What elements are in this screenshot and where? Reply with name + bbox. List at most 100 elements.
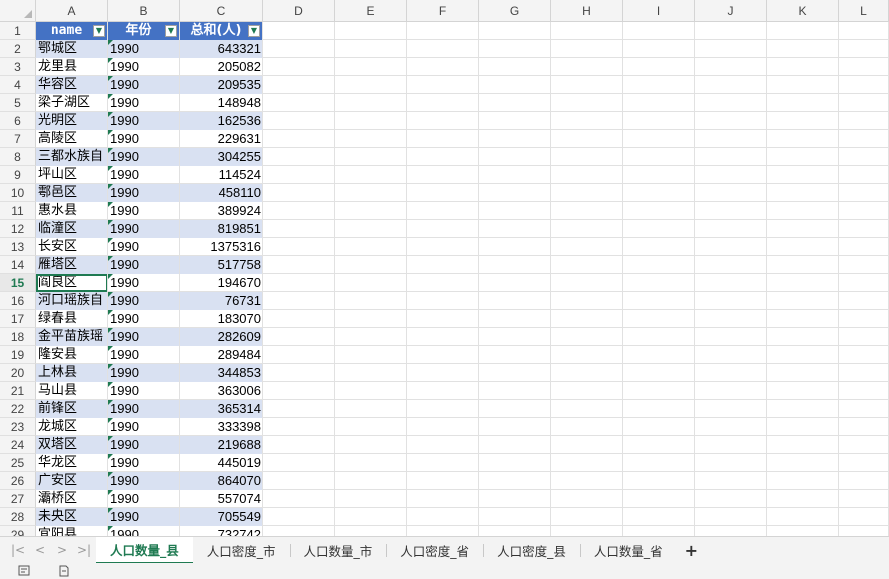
cell-year[interactable]: 1990 (108, 184, 180, 202)
row-header-28[interactable]: 28 (0, 508, 36, 526)
cell-year[interactable]: 1990 (108, 238, 180, 256)
row-header-9[interactable]: 9 (0, 166, 36, 184)
row-header-29[interactable]: 29 (0, 526, 36, 536)
column-header-g[interactable]: G (479, 0, 551, 22)
cell-year[interactable]: 1990 (108, 436, 180, 454)
cell-total[interactable]: 205082 (180, 58, 263, 76)
cell-total[interactable]: 705549 (180, 508, 263, 526)
cell-name[interactable]: 鄠邑区 (36, 184, 108, 202)
cell-year[interactable]: 1990 (108, 526, 180, 536)
cell-total[interactable]: 162536 (180, 112, 263, 130)
row-header-10[interactable]: 10 (0, 184, 36, 202)
column-header-i[interactable]: I (623, 0, 695, 22)
cell-year[interactable]: 1990 (108, 256, 180, 274)
header-cell-name[interactable]: name ▼ (36, 22, 108, 40)
cell-name[interactable]: 华容区 (36, 76, 108, 94)
cell-name[interactable]: 光明区 (36, 112, 108, 130)
cell-year[interactable]: 1990 (108, 328, 180, 346)
cell-year[interactable]: 1990 (108, 58, 180, 76)
column-header-j[interactable]: J (695, 0, 767, 22)
filter-dropdown-icon[interactable]: ▼ (248, 25, 260, 37)
cell-total[interactable]: 76731 (180, 292, 263, 310)
row-header-18[interactable]: 18 (0, 328, 36, 346)
sheet-tab[interactable]: 人口密度_市 (193, 537, 290, 564)
cell-year[interactable]: 1990 (108, 418, 180, 436)
cell-name[interactable]: 马山县 (36, 382, 108, 400)
cell-name[interactable]: 惠水县 (36, 202, 108, 220)
sheet-tab[interactable]: 人口密度_县 (483, 537, 580, 564)
cell-name[interactable]: 雁塔区 (36, 256, 108, 274)
row-header-21[interactable]: 21 (0, 382, 36, 400)
cell-year[interactable]: 1990 (108, 400, 180, 418)
cell-total[interactable]: 183070 (180, 310, 263, 328)
cell-total[interactable]: 209535 (180, 76, 263, 94)
cell-total[interactable]: 114524 (180, 166, 263, 184)
row-header-6[interactable]: 6 (0, 112, 36, 130)
column-header-b[interactable]: B (108, 0, 180, 22)
cell-total[interactable]: 289484 (180, 346, 263, 364)
cell-year[interactable]: 1990 (108, 94, 180, 112)
header-cell-year[interactable]: 年份 ▼ (108, 22, 180, 40)
cell-year[interactable]: 1990 (108, 346, 180, 364)
cell-total[interactable]: 148948 (180, 94, 263, 112)
cell-total[interactable]: 194670 (180, 274, 263, 292)
row-header-15[interactable]: 15 (0, 274, 36, 292)
spreadsheet-grid[interactable]: ABCDEFGHIJKL 1 2 3 4 5 6 7 8 9 10 11 12 13 14 15 16 17 18… (0, 0, 889, 536)
cell-name[interactable]: 上林县 (36, 364, 108, 382)
cell-year[interactable]: 1990 (108, 454, 180, 472)
cell-name[interactable]: 长安区 (36, 238, 108, 256)
cell-name[interactable]: 阎良区 (36, 274, 108, 292)
add-sheet-icon[interactable]: + (685, 541, 698, 560)
cell-name[interactable]: 三都水族自 (36, 148, 108, 166)
cell-total[interactable]: 282609 (180, 328, 263, 346)
sheet-tab[interactable]: 人口数量_县 (96, 536, 193, 564)
cell-year[interactable]: 1990 (108, 364, 180, 382)
row-header-24[interactable]: 24 (0, 436, 36, 454)
cell-year[interactable]: 1990 (108, 130, 180, 148)
prev-sheet-icon[interactable]: < (32, 543, 48, 557)
cell-name[interactable]: 梁子湖区 (36, 94, 108, 112)
row-header-11[interactable]: 11 (0, 202, 36, 220)
cell-total[interactable]: 864070 (180, 472, 263, 490)
column-header-d[interactable]: D (263, 0, 335, 22)
row-header-12[interactable]: 12 (0, 220, 36, 238)
cell-total[interactable]: 557074 (180, 490, 263, 508)
cell-name[interactable]: 河口瑶族自 (36, 292, 108, 310)
row-header-17[interactable]: 17 (0, 310, 36, 328)
column-header-a[interactable]: A (36, 0, 108, 22)
next-sheet-icon[interactable]: > (54, 543, 70, 557)
column-header-f[interactable]: F (407, 0, 479, 22)
row-header-14[interactable]: 14 (0, 256, 36, 274)
cell-year[interactable]: 1990 (108, 202, 180, 220)
sheet-tab[interactable]: 人口密度_省 (386, 537, 483, 564)
cell-total[interactable]: 389924 (180, 202, 263, 220)
row-header-7[interactable]: 7 (0, 130, 36, 148)
column-header-k[interactable]: K (767, 0, 839, 22)
row-header-4[interactable]: 4 (0, 76, 36, 94)
cell-year[interactable]: 1990 (108, 382, 180, 400)
cell-year[interactable]: 1990 (108, 76, 180, 94)
cell-total[interactable]: 643321 (180, 40, 263, 58)
cell-name[interactable]: 金平苗族瑶 (36, 328, 108, 346)
cell-name[interactable]: 龙城区 (36, 418, 108, 436)
cell-year[interactable]: 1990 (108, 166, 180, 184)
column-header-h[interactable]: H (551, 0, 623, 22)
cell-total[interactable]: 1375316 (180, 238, 263, 256)
row-header-20[interactable]: 20 (0, 364, 36, 382)
cell-total[interactable]: 445019 (180, 454, 263, 472)
filter-dropdown-icon[interactable]: ▼ (93, 25, 105, 37)
cell-name[interactable]: 广安区 (36, 472, 108, 490)
cell-name[interactable]: 高陵区 (36, 130, 108, 148)
column-header-c[interactable]: C (180, 0, 263, 22)
cell-total[interactable]: 219688 (180, 436, 263, 454)
column-header-e[interactable]: E (335, 0, 407, 22)
row-header-22[interactable]: 22 (0, 400, 36, 418)
cell-name[interactable]: 临潼区 (36, 220, 108, 238)
row-header-13[interactable]: 13 (0, 238, 36, 256)
cell-total[interactable]: 304255 (180, 148, 263, 166)
sheet-tab[interactable]: 人口数量_省 (579, 537, 677, 564)
row-header-27[interactable]: 27 (0, 490, 36, 508)
cell-name[interactable]: 隆安县 (36, 346, 108, 364)
cell-name[interactable]: 灞桥区 (36, 490, 108, 508)
cell-year[interactable]: 1990 (108, 148, 180, 166)
